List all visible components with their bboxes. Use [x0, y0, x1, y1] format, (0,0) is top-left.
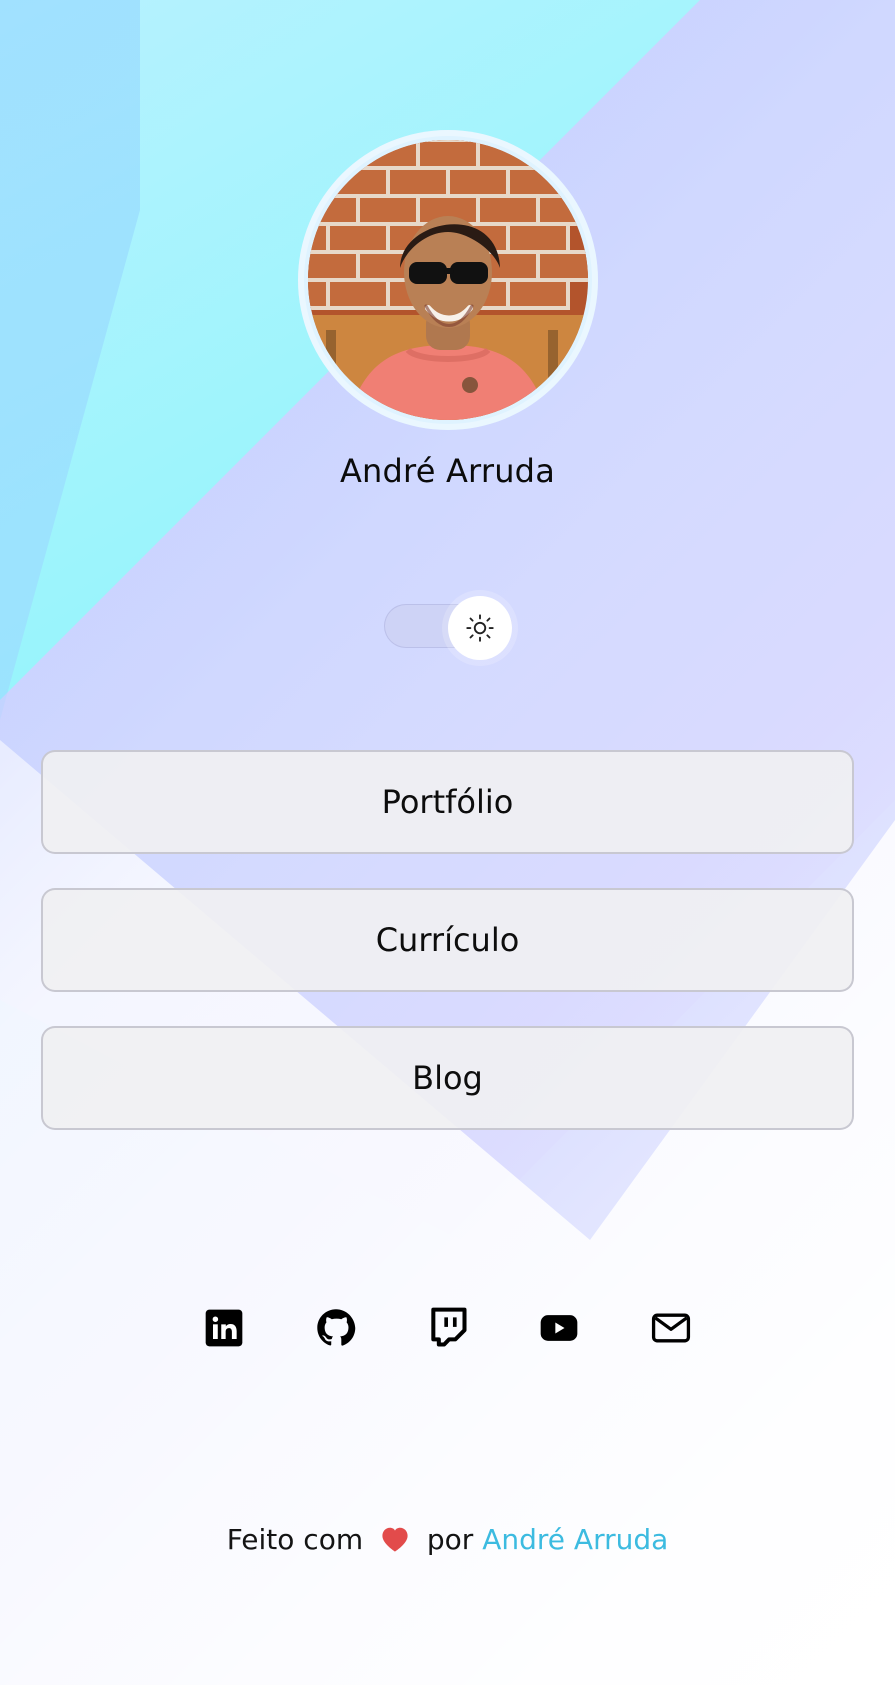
avatar [308, 140, 588, 420]
linkedin-link[interactable] [200, 1304, 248, 1352]
sun-icon [466, 614, 494, 642]
footer-author-link[interactable]: André Arruda [482, 1523, 668, 1556]
footer-made-with: Feito com [226, 1523, 364, 1556]
youtube-link[interactable] [535, 1304, 583, 1352]
twitch-link[interactable] [424, 1304, 472, 1352]
twitch-icon [430, 1307, 467, 1347]
heart-icon [378, 1525, 412, 1553]
theme-toggle[interactable] [384, 596, 512, 660]
email-link[interactable] [647, 1304, 695, 1352]
mail-icon [651, 1313, 691, 1343]
avatar-ring [298, 130, 598, 430]
portfolio-button[interactable]: Portfólio [41, 750, 854, 854]
page-content: André Arruda Portfólio Currículo Blog Fe… [0, 0, 895, 1685]
youtube-icon [540, 1315, 578, 1341]
github-link[interactable] [312, 1304, 360, 1352]
social-links [200, 1304, 695, 1352]
footer-by: por [426, 1523, 474, 1556]
footer: Feito com por André Arruda [0, 1523, 895, 1556]
linkedin-icon [205, 1309, 243, 1347]
github-icon [317, 1309, 355, 1346]
blog-button[interactable]: Blog [41, 1026, 854, 1130]
theme-toggle-knob[interactable] [448, 596, 512, 660]
curriculum-button[interactable]: Currículo [41, 888, 854, 992]
avatar-image [308, 140, 588, 420]
profile-name: André Arruda [339, 452, 556, 490]
